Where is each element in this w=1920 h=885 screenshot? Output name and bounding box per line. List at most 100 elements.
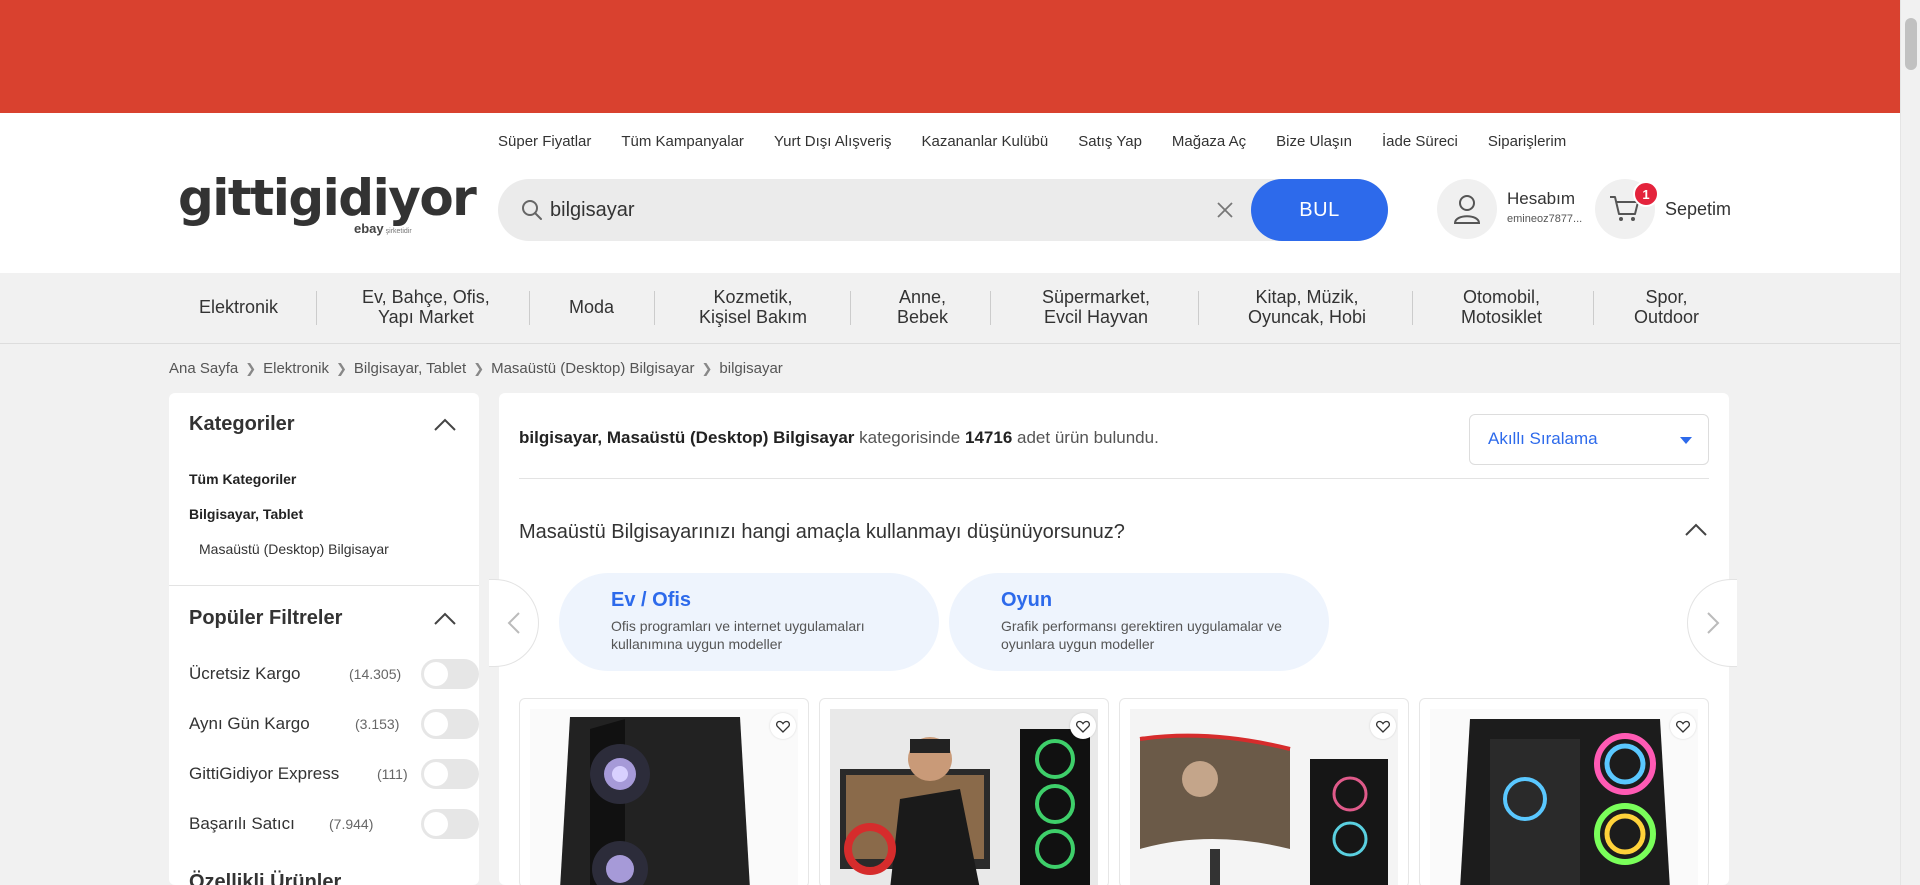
cart-button[interactable]: 1 Sepetim	[1595, 179, 1755, 241]
results-divider	[519, 478, 1709, 479]
toplink-iade-sureci[interactable]: İade Süreci	[1382, 133, 1458, 150]
favorite-button[interactable]	[1670, 713, 1696, 739]
page-scrollbar[interactable]	[1900, 0, 1920, 885]
toplink-yurt-disi[interactable]: Yurt Dışı Alışveriş	[774, 133, 892, 150]
category-label-line2: Bebek	[897, 307, 949, 327]
filter-label: GittiGidiyor Express	[189, 764, 340, 783]
breadcrumb: Ana Sayfa ❯ Elektronik ❯ Bilgisayar, Table…	[169, 360, 783, 377]
filter-toggle[interactable]	[421, 659, 479, 689]
site-logo[interactable]: gittigidiyor ebay şirketidir	[178, 169, 477, 243]
category-divider	[1593, 291, 1594, 325]
category-label-line2: Evcil Hayvan	[1044, 307, 1149, 327]
toplink-magaza-ac[interactable]: Mağaza Aç	[1172, 133, 1246, 150]
result-suffix: adet ürün bulundu.	[1017, 428, 1159, 447]
product-image[interactable]	[530, 709, 798, 885]
product-image[interactable]	[1430, 709, 1698, 885]
purpose-option-oyun[interactable]: Oyun Grafik performansı gerektiren uygul…	[949, 573, 1329, 671]
category-elektronik[interactable]: Elektronik	[199, 297, 278, 317]
account-username: emineoz7877...	[1507, 213, 1583, 225]
category-kozmetik[interactable]: Kozmetik, Kişisel Bakım	[699, 287, 807, 327]
category-anne-bebek[interactable]: Anne, Bebek	[897, 287, 948, 327]
favorite-button[interactable]	[1070, 713, 1096, 739]
logo-wordmark: gittigidiyor	[178, 169, 477, 227]
category-otomobil[interactable]: Otomobil, Motosiklet	[1461, 287, 1542, 327]
purpose-question: Masaüstü Bilgisayarınızı hangi amaçla ku…	[519, 521, 1125, 543]
category-moda[interactable]: Moda	[569, 297, 614, 317]
filter-toggle[interactable]	[421, 709, 479, 739]
logo-tagline: şirketidir	[385, 228, 412, 235]
category-label-line2: Motosiklet	[1461, 307, 1543, 327]
favorite-button[interactable]	[770, 713, 796, 739]
category-spor[interactable]: Spor, Outdoor	[1634, 287, 1699, 327]
toplink-siparislerim[interactable]: Siparişlerim	[1488, 133, 1566, 150]
product-image[interactable]	[1130, 709, 1398, 885]
category-divider	[316, 291, 317, 325]
toplink-kazananlar-kulubu[interactable]: Kazananlar Kulübü	[921, 133, 1048, 150]
category-label-line2: Oyuncak, Hobi	[1248, 307, 1367, 327]
top-links: Süper Fiyatlar Tüm Kampanyalar Yurt Dışı…	[498, 133, 1596, 150]
chevron-right-icon: ❯	[473, 360, 485, 376]
filter-label: Aynı Gün Kargo	[189, 714, 310, 733]
top-banner[interactable]	[0, 0, 1900, 113]
category-divider	[529, 291, 530, 325]
carousel-next-button[interactable]	[1687, 579, 1737, 667]
results-panel: bilgisayar, Masaüstü (Desktop) Bilgisaya…	[489, 393, 1737, 885]
category-ev-bahce[interactable]: Ev, Bahçe, Ofis, Yapı Market	[362, 287, 490, 327]
category-label-line1: Ev, Bahçe, Ofis,	[362, 287, 490, 307]
sort-dropdown[interactable]: Akıllı Sıralama	[1469, 414, 1709, 465]
search-input[interactable]	[550, 191, 1190, 229]
toplink-tum-kampanyalar[interactable]: Tüm Kampanyalar	[621, 133, 744, 150]
category-divider	[1412, 291, 1413, 325]
breadcrumb-home[interactable]: Ana Sayfa	[169, 360, 238, 377]
account-avatar	[1437, 179, 1497, 239]
filter-express: GittiGidiyor Express (111)	[189, 759, 479, 789]
chevron-up-icon[interactable]	[1684, 523, 1708, 537]
product-card[interactable]	[1419, 698, 1709, 885]
heart-icon	[1076, 720, 1090, 733]
product-image[interactable]	[830, 709, 1098, 885]
category-kitap-muzik[interactable]: Kitap, Müzik, Oyuncak, Hobi	[1248, 287, 1366, 327]
next-filter-title[interactable]: Özellikli Ürünler	[189, 871, 341, 885]
toplink-satis-yap[interactable]: Satış Yap	[1078, 133, 1142, 150]
close-icon[interactable]	[1213, 198, 1237, 222]
result-summary: bilgisayar, Masaüstü (Desktop) Bilgisaya…	[519, 428, 1159, 448]
purpose-option-ev-ofis[interactable]: Ev / Ofis Ofis programları ve internet u…	[559, 573, 939, 671]
category-label-line1: Otomobil,	[1463, 287, 1541, 307]
product-card[interactable]	[1119, 698, 1409, 885]
popular-filters-title[interactable]: Popüler Filtreler	[189, 607, 342, 630]
category-link-masaustu[interactable]: Masaüstü (Desktop) Bilgisayar	[199, 541, 389, 557]
carousel-prev-button[interactable]	[489, 579, 539, 667]
category-supermarket[interactable]: Süpermarket, Evcil Hayvan	[1042, 287, 1150, 327]
result-count: 14716	[965, 428, 1013, 447]
category-link-all[interactable]: Tüm Kategoriler	[189, 471, 296, 487]
breadcrumb-masaustu[interactable]: Masaüstü (Desktop) Bilgisayar	[491, 360, 694, 377]
filter-count: (3.153)	[355, 716, 400, 732]
breadcrumb-elektronik[interactable]: Elektronik	[263, 360, 329, 377]
scrollbar-thumb[interactable]	[1905, 18, 1917, 70]
category-label-line1: Süpermarket,	[1042, 287, 1151, 307]
favorite-button[interactable]	[1370, 713, 1396, 739]
filter-toggle[interactable]	[421, 759, 479, 789]
gaming-pc-image	[830, 709, 1098, 885]
category-divider	[1198, 291, 1199, 325]
toplink-bize-ulasin[interactable]: Bize Ulaşın	[1276, 133, 1352, 150]
category-label-line2: Yapı Market	[378, 307, 474, 327]
account-menu[interactable]: Hesabım emineoz7877...	[1437, 179, 1597, 241]
toplink-super-fiyatlar[interactable]: Süper Fiyatlar	[498, 133, 591, 150]
category-divider	[850, 291, 851, 325]
chevron-up-icon[interactable]	[433, 418, 457, 432]
category-link-bilgisayar-tablet[interactable]: Bilgisayar, Tablet	[189, 506, 303, 522]
search-button[interactable]: BUL	[1251, 179, 1388, 241]
category-label-line2: Kişisel Bakım	[699, 307, 808, 327]
product-card[interactable]	[819, 698, 1109, 885]
product-card[interactable]	[519, 698, 809, 885]
filter-label: Ücretsiz Kargo	[189, 664, 301, 683]
filter-count: (7.944)	[329, 816, 374, 832]
filter-toggle[interactable]	[421, 809, 479, 839]
category-label-line1: Spor,	[1645, 287, 1688, 307]
categories-title[interactable]: Kategoriler	[189, 413, 295, 436]
chevron-right-icon	[1706, 612, 1719, 634]
caret-down-icon	[1680, 437, 1692, 444]
chevron-up-icon[interactable]	[433, 612, 457, 626]
breadcrumb-bilgisayar-tablet[interactable]: Bilgisayar, Tablet	[354, 360, 466, 377]
